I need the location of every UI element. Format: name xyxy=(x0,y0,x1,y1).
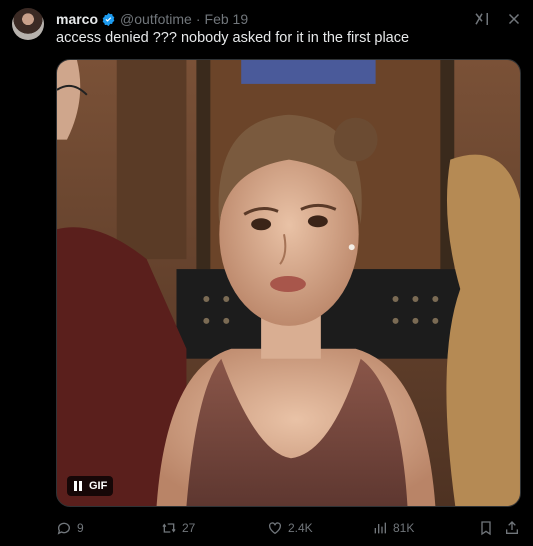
reply-icon xyxy=(57,522,70,535)
like-button[interactable]: 2.4K xyxy=(267,518,313,538)
gif-frame xyxy=(57,60,520,506)
tweet-actions: 9 27 2.4K 81K xyxy=(56,518,524,538)
share-icon xyxy=(506,521,518,534)
bookmark-button[interactable] xyxy=(478,518,494,538)
share-button[interactable] xyxy=(504,518,520,538)
heart-icon xyxy=(269,522,281,535)
repost-button[interactable]: 27 xyxy=(161,518,195,538)
author-name[interactable]: marco xyxy=(56,11,98,27)
tweet-date[interactable]: Feb 19 xyxy=(205,11,249,27)
pause-icon[interactable] xyxy=(73,480,83,492)
verified-badge-icon xyxy=(102,12,115,26)
tweet-text: access denied ??? nobody asked for it in… xyxy=(56,30,410,46)
views-button[interactable]: 81K xyxy=(372,518,414,538)
more-options-icon[interactable] xyxy=(505,10,523,28)
bookmark-icon xyxy=(481,521,491,536)
reply-button[interactable]: 9 xyxy=(56,518,84,538)
reply-count: 9 xyxy=(77,521,84,535)
repost-icon xyxy=(162,523,176,533)
separator-dot: · xyxy=(195,11,201,27)
gif-label: GIF xyxy=(89,480,108,492)
repost-count: 27 xyxy=(182,521,196,535)
like-count: 2.4K xyxy=(288,521,313,535)
views-count: 81K xyxy=(393,521,415,535)
grok-icon[interactable] xyxy=(473,10,491,28)
author-handle[interactable]: @outfotime xyxy=(120,11,192,27)
gif-media[interactable]: GIF xyxy=(56,59,521,507)
views-icon xyxy=(374,522,386,534)
gif-controls[interactable]: GIF xyxy=(67,476,114,496)
avatar[interactable] xyxy=(12,8,44,40)
tweet-header: marco @outfotime · Feb 19 xyxy=(56,9,523,29)
